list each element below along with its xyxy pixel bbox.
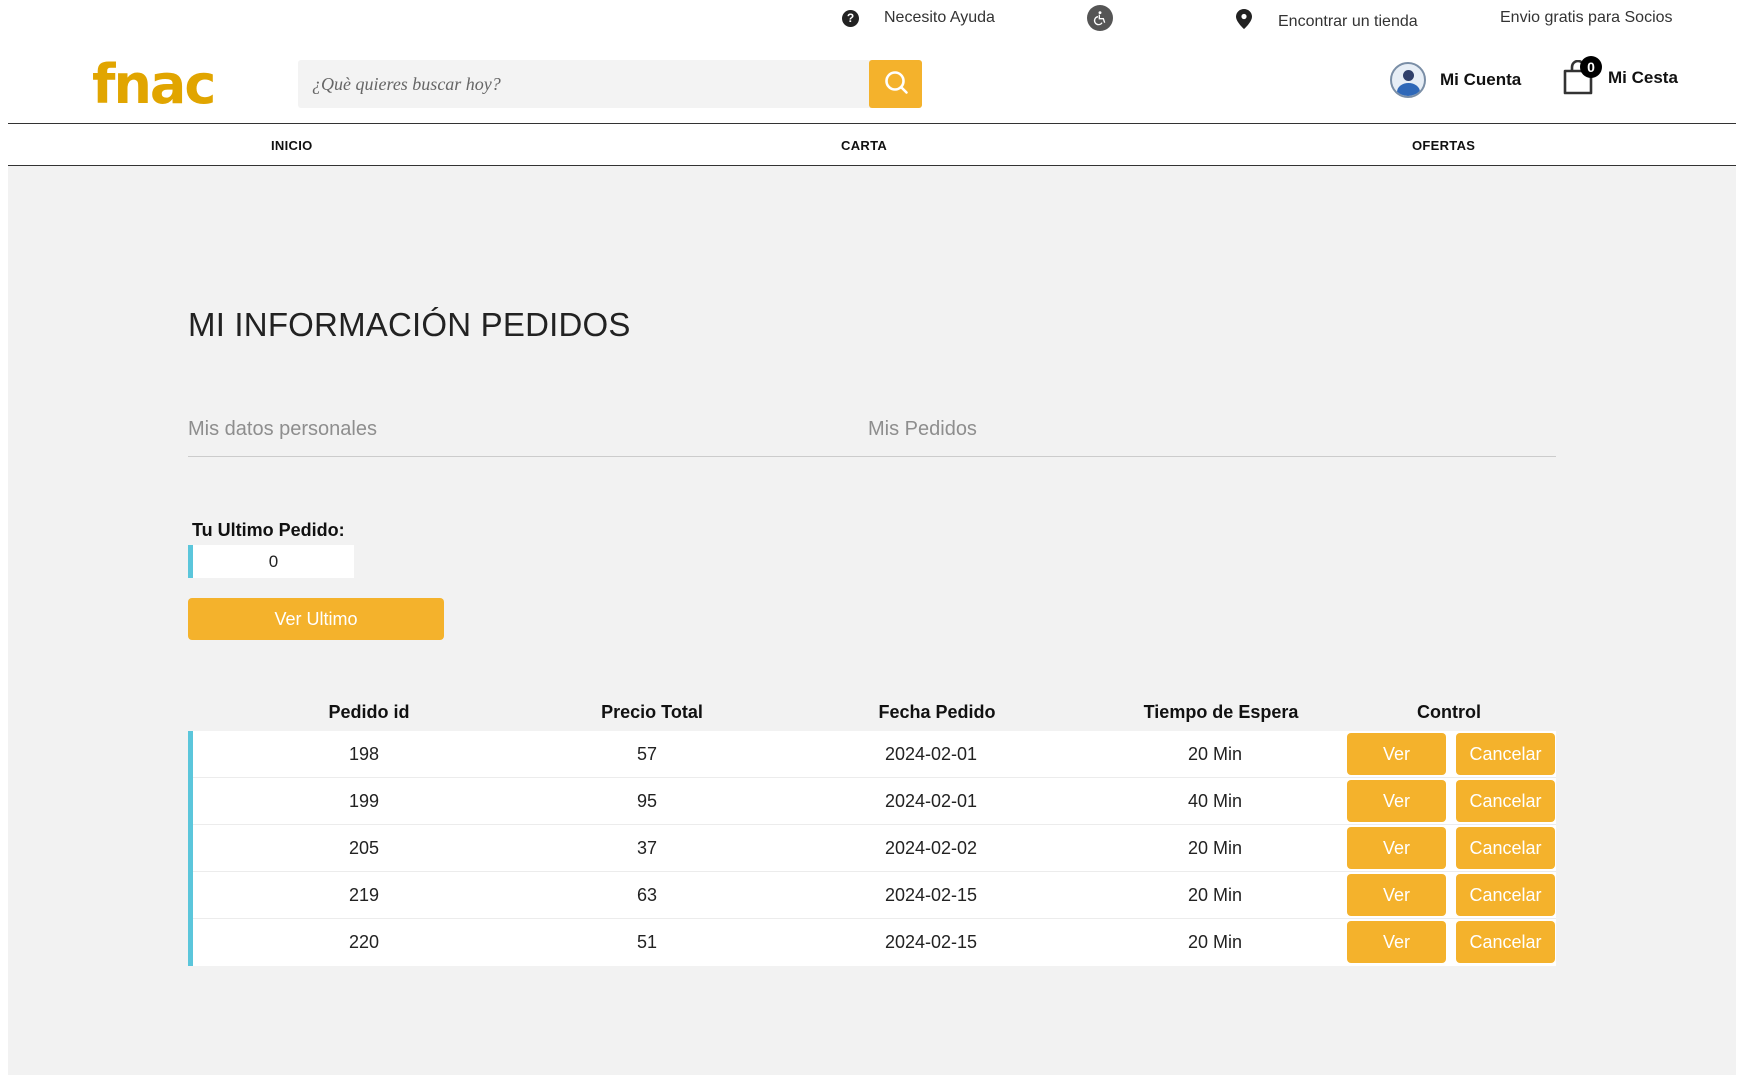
view-last-order-button[interactable]: Ver Ultimo [188,598,444,640]
search-button[interactable] [869,60,922,108]
store-label: Encontrar un tienda [1278,12,1418,30]
order-total-cell: 51 [636,932,658,952]
shipping-label: Envio gratis para Socios [1500,9,1673,26]
column-header-id: Pedido id [328,702,410,722]
view-order-button[interactable]: Ver [1347,827,1446,869]
table-row: 198 57 2024-02-01 20 Min Ver Cancelar [193,731,1556,778]
table-row: 199 95 2024-02-01 40 Min Ver Cancelar [193,778,1556,825]
search-input[interactable] [298,60,868,108]
shopping-bag-icon: 0 [1562,56,1602,96]
cancel-order-button[interactable]: Cancelar [1456,874,1555,916]
tab-my-orders[interactable]: Mis Pedidos [868,418,977,441]
map-pin-icon [1236,9,1252,34]
order-date-cell: 2024-02-01 [884,791,978,811]
account-link[interactable]: Mi Cuenta [1390,62,1521,98]
store-locator-link[interactable]: Encontrar un tienda [1236,9,1418,34]
main-nav: INICIO CARTA OFERTAS [8,123,1736,166]
order-date-cell: 2024-02-15 [884,885,978,905]
order-id-cell: 199 [348,791,380,811]
shipping-link[interactable]: Envio gratis para Socios [1500,9,1673,27]
view-order-button[interactable]: Ver [1347,733,1446,775]
page-title: MI INFORMACIÓN PEDIDOS [188,306,631,343]
order-date-cell: 2024-02-02 [884,838,978,858]
nav-item-inicio[interactable]: INICIO [271,138,313,153]
order-id-cell: 198 [348,744,380,764]
order-total-cell: 37 [636,838,658,858]
last-order-label: Tu Ultimo Pedido: [192,520,345,540]
nav-item-carta[interactable]: CARTA [841,138,887,153]
order-wait-cell: 20 Min [1187,932,1243,952]
order-date-cell: 2024-02-15 [884,932,978,952]
cancel-order-button[interactable]: Cancelar [1456,780,1555,822]
orders-table: 198 57 2024-02-01 20 Min Ver Cancelar 19… [188,731,1556,966]
tab-personal-data[interactable]: Mis datos personales [188,418,377,441]
view-order-button[interactable]: Ver [1347,921,1446,963]
order-id-cell: 220 [348,932,380,952]
column-header-total: Precio Total [601,702,703,722]
order-total-cell: 95 [636,791,658,811]
order-wait-cell: 20 Min [1187,744,1243,764]
cancel-order-button[interactable]: Cancelar [1456,921,1555,963]
table-row: 219 63 2024-02-15 20 Min Ver Cancelar [193,872,1556,919]
order-id-cell: 205 [348,838,380,858]
cart-link[interactable]: 0 Mi Cesta [1562,56,1678,96]
table-row: 205 37 2024-02-02 20 Min Ver Cancelar [193,825,1556,872]
cart-label: Mi Cesta [1608,68,1678,87]
site-header: fnac Mi Cuenta 0 Mi Cesta [0,38,1738,123]
column-header-date: Fecha Pedido [878,702,996,722]
help-label: Necesito Ayuda [884,9,995,26]
order-wait-cell: 40 Min [1187,791,1243,811]
column-header-control: Control [1417,702,1481,722]
order-id-cell: 219 [348,885,380,905]
cancel-order-button[interactable]: Cancelar [1456,733,1555,775]
order-wait-cell: 20 Min [1187,838,1243,858]
order-total-cell: 63 [636,885,658,905]
wheelchair-icon [1087,5,1113,31]
search-bar [298,60,922,108]
search-icon [883,69,909,100]
main-content: MI INFORMACIÓN PEDIDOS Mis datos persona… [8,166,1736,1075]
order-wait-cell: 20 Min [1187,885,1243,905]
question-circle-icon: ? [842,9,859,27]
cancel-order-button[interactable]: Cancelar [1456,827,1555,869]
user-avatar-icon [1390,62,1426,98]
account-label: Mi Cuenta [1440,70,1522,89]
accessibility-link[interactable] [1087,5,1113,31]
order-total-cell: 57 [636,744,658,764]
order-date-cell: 2024-02-01 [884,744,978,764]
utility-bar: ? Necesito Ayuda Encontrar un tienda Env… [0,0,1738,38]
cart-count-badge: 0 [1580,56,1602,78]
last-order-field: 0 [188,545,354,578]
orders-table-header: Pedido id Precio Total Fecha Pedido Tiem… [194,702,1556,732]
fnac-logo[interactable]: fnac [92,58,216,112]
view-order-button[interactable]: Ver [1347,780,1446,822]
column-header-wait: Tiempo de Espera [1143,702,1299,722]
table-row: 220 51 2024-02-15 20 Min Ver Cancelar [193,919,1556,966]
nav-item-ofertas[interactable]: OFERTAS [1412,138,1475,153]
view-order-button[interactable]: Ver [1347,874,1446,916]
help-link[interactable]: ? Necesito Ayuda [842,9,995,27]
account-tabs: Mis datos personales Mis Pedidos [188,416,1556,457]
